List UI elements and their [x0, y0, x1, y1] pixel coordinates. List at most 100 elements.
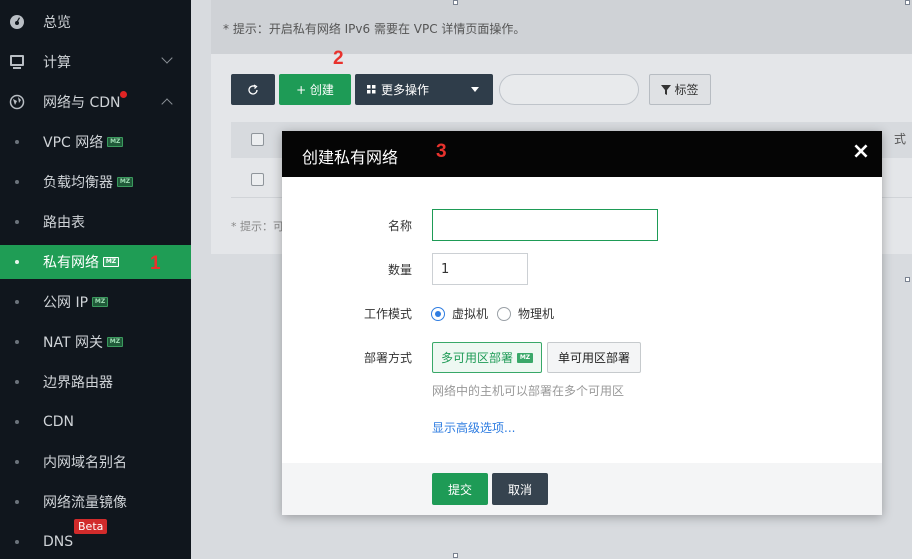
monitor-icon — [10, 55, 24, 69]
submit-button[interactable]: 提交 — [432, 473, 488, 505]
mz-badge: MZ — [103, 257, 119, 267]
show-advanced-link[interactable]: 显示高级选项... — [432, 419, 515, 436]
sidebar-item-label: 负载均衡器 — [43, 175, 113, 191]
sidebar-item-label: NAT 网关 — [43, 335, 103, 351]
mz-badge: MZ — [517, 352, 533, 363]
bullet-icon — [15, 460, 19, 464]
create-button-label: + 创建 — [296, 83, 334, 97]
step-marker-1: 1 — [150, 253, 161, 274]
caret-down-icon — [471, 87, 479, 92]
sidebar-item-label-wrap: 负载均衡器 MZ — [43, 172, 133, 192]
close-icon[interactable]: × — [850, 141, 872, 163]
sidebar-item-label: 网络流量镜像 — [43, 495, 127, 511]
sidebar-item-label: CDN — [43, 414, 75, 430]
name-input[interactable] — [432, 209, 658, 241]
tip-text: * 提示：开启私有网络 IPv6 需要在 VPC 详情页面操作。 — [223, 22, 526, 36]
sidebar-item-internal-dns-alias[interactable]: 内网域名别名 — [0, 445, 191, 479]
grid-icon — [367, 85, 376, 94]
sidebar-item-label-wrap: 私有网络 MZ — [43, 252, 119, 272]
step-marker-3: 3 — [436, 141, 447, 162]
sidebar-item-vpc[interactable]: VPC 网络 MZ — [0, 125, 191, 159]
bullet-icon — [15, 340, 19, 344]
mode-physical-radio[interactable] — [497, 307, 511, 321]
mz-badge: MZ — [107, 137, 124, 147]
sidebar-item-nat-gateway[interactable]: NAT 网关 MZ — [0, 325, 191, 359]
sidebar-item-label-wrap: 公网 IP MZ — [43, 292, 109, 312]
mz-badge: MZ — [117, 177, 133, 187]
deploy-label: 部署方式 — [363, 351, 412, 365]
bullet-icon — [15, 500, 19, 504]
resize-handle — [905, 277, 910, 282]
sidebar-item-route-table[interactable]: 路由表 — [0, 205, 191, 239]
deploy-single-label: 单可用区部署 — [557, 351, 630, 365]
sidebar-item-compute[interactable]: 计算 — [0, 45, 191, 79]
bullet-icon — [15, 140, 19, 144]
dialog-title: 创建私有网络 — [302, 148, 399, 167]
sidebar-item-label: 路由表 — [43, 215, 85, 231]
sidebar-item-dns[interactable]: DNS Beta — [0, 519, 191, 559]
refresh-button[interactable] — [231, 74, 275, 105]
sidebar-item-label: DNS — [43, 534, 74, 550]
count-input[interactable]: 1 — [432, 253, 528, 285]
chevron-up-icon — [161, 98, 173, 110]
search-input[interactable] — [499, 74, 639, 105]
cancel-button[interactable]: 取消 — [492, 473, 548, 505]
step-marker-2: 2 — [333, 48, 344, 69]
sidebar-item-label: 边界路由器 — [43, 375, 113, 391]
notification-dot — [120, 91, 127, 98]
create-private-network-dialog: 创建私有网络 3 × 名称 数量 1 工作模式 虚拟机 物理机 部署方式 多可用… — [282, 131, 882, 515]
deploy-hint: 网络中的主机可以部署在多个可用区 — [432, 384, 625, 398]
deploy-multi-label: 多可用区部署 — [440, 351, 513, 365]
select-all-checkbox[interactable] — [251, 133, 264, 146]
more-actions-label: 更多操作 — [381, 83, 430, 97]
mode-vm-label[interactable]: 虚拟机 — [452, 305, 488, 322]
mz-badge: MZ — [92, 297, 109, 307]
dashboard-icon — [10, 15, 24, 29]
sidebar: 总览 计算 网络与 CDN VPC 网络 MZ 负载均衡器 MZ 路由表 私有网络 M… — [0, 0, 191, 559]
bullet-icon — [15, 180, 19, 184]
more-actions-dropdown[interactable]: 更多操作 — [355, 74, 493, 105]
sidebar-item-public-ip[interactable]: 公网 IP MZ — [0, 285, 191, 319]
refresh-icon — [248, 83, 258, 95]
bullet-icon — [15, 540, 19, 544]
create-button[interactable]: + 创建 — [279, 74, 351, 105]
beta-badge: Beta — [74, 519, 108, 534]
mode-label: 工作模式 — [363, 307, 412, 321]
column-header-fragment: 式 — [894, 132, 907, 146]
sidebar-item-label: 公网 IP — [43, 295, 89, 311]
name-label: 名称 — [387, 219, 412, 233]
tag-filter-button[interactable]: 标签 — [649, 74, 711, 105]
sidebar-item-network-cdn[interactable]: 网络与 CDN — [0, 85, 191, 119]
mode-physical-label[interactable]: 物理机 — [518, 305, 554, 322]
sidebar-item-label: 内网域名别名 — [43, 455, 127, 471]
sidebar-item-label-wrap: VPC 网络 MZ — [43, 132, 124, 152]
tag-filter-label: 标签 — [674, 83, 699, 97]
sidebar-item-traffic-mirror[interactable]: 网络流量镜像 — [0, 485, 191, 519]
mode-vm-radio[interactable] — [431, 307, 445, 321]
globe-icon — [9, 94, 25, 110]
deploy-single-zone-button[interactable]: 单可用区部署 — [547, 342, 641, 373]
resize-handle — [453, 553, 458, 558]
bullet-icon — [15, 380, 19, 384]
resize-handle — [453, 0, 458, 5]
deploy-multi-zone-button[interactable]: 多可用区部署 MZ — [432, 342, 542, 373]
row-checkbox[interactable] — [251, 173, 264, 186]
sidebar-item-load-balancer[interactable]: 负载均衡器 MZ — [0, 165, 191, 199]
resize-handle — [905, 0, 910, 5]
bullet-icon — [15, 220, 19, 224]
sidebar-item-overview[interactable]: 总览 — [0, 5, 191, 39]
sidebar-item-label: 计算 — [43, 55, 71, 71]
sidebar-item-label: 私有网络 — [43, 255, 99, 271]
dialog-header: 创建私有网络 3 × — [282, 131, 882, 177]
panel-tip: * 提示：可 — [231, 220, 284, 233]
bullet-icon — [15, 300, 19, 304]
sidebar-item-label: 总览 — [43, 15, 71, 31]
chevron-down-icon — [161, 52, 173, 64]
sidebar-item-label: 网络与 CDN — [43, 95, 121, 111]
sidebar-item-cdn[interactable]: CDN — [0, 405, 191, 439]
sidebar-item-private-network[interactable]: 私有网络 MZ 1 — [0, 245, 191, 279]
sidebar-item-border-router[interactable]: 边界路由器 — [0, 365, 191, 399]
mz-badge: MZ — [106, 337, 123, 347]
dialog-footer: 提交 取消 — [282, 463, 882, 515]
filter-icon — [661, 84, 672, 95]
